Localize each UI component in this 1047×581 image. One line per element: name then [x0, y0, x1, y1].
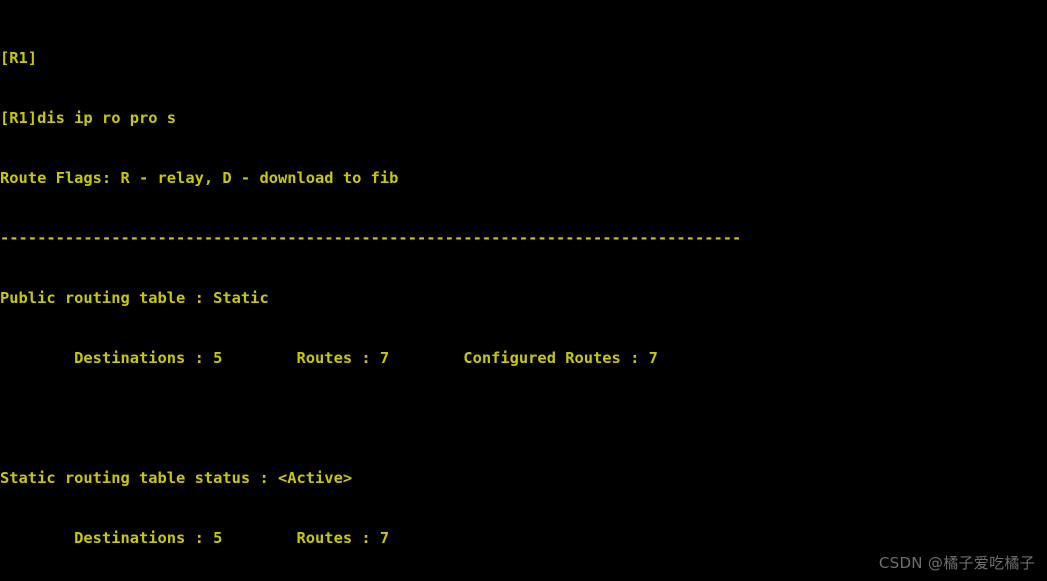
route-flags-line: Route Flags: R - relay, D - download to … — [0, 169, 399, 187]
terminal-window[interactable]: [R1] [R1]dis ip ro pro s Route Flags: R … — [0, 0, 1047, 581]
prompt-partial-line: [R1] — [0, 49, 38, 67]
console-output: [R1] [R1]dis ip ro pro s Route Flags: R … — [0, 0, 751, 581]
active-status-line: Static routing table status : <Active> — [0, 469, 353, 487]
separator-line: ----------------------------------------… — [0, 229, 742, 247]
command-line: [R1]dis ip ro pro s — [0, 109, 177, 127]
public-summary-line: Destinations : 5 Routes : 7 Configured R… — [0, 349, 658, 367]
public-routing-table-line: Public routing table : Static — [0, 289, 269, 307]
csdn-watermark: CSDN @橘子爱吃橘子 — [878, 554, 1035, 572]
active-summary-line: Destinations : 5 Routes : 7 — [0, 529, 390, 547]
blank-line-1 — [0, 408, 751, 428]
